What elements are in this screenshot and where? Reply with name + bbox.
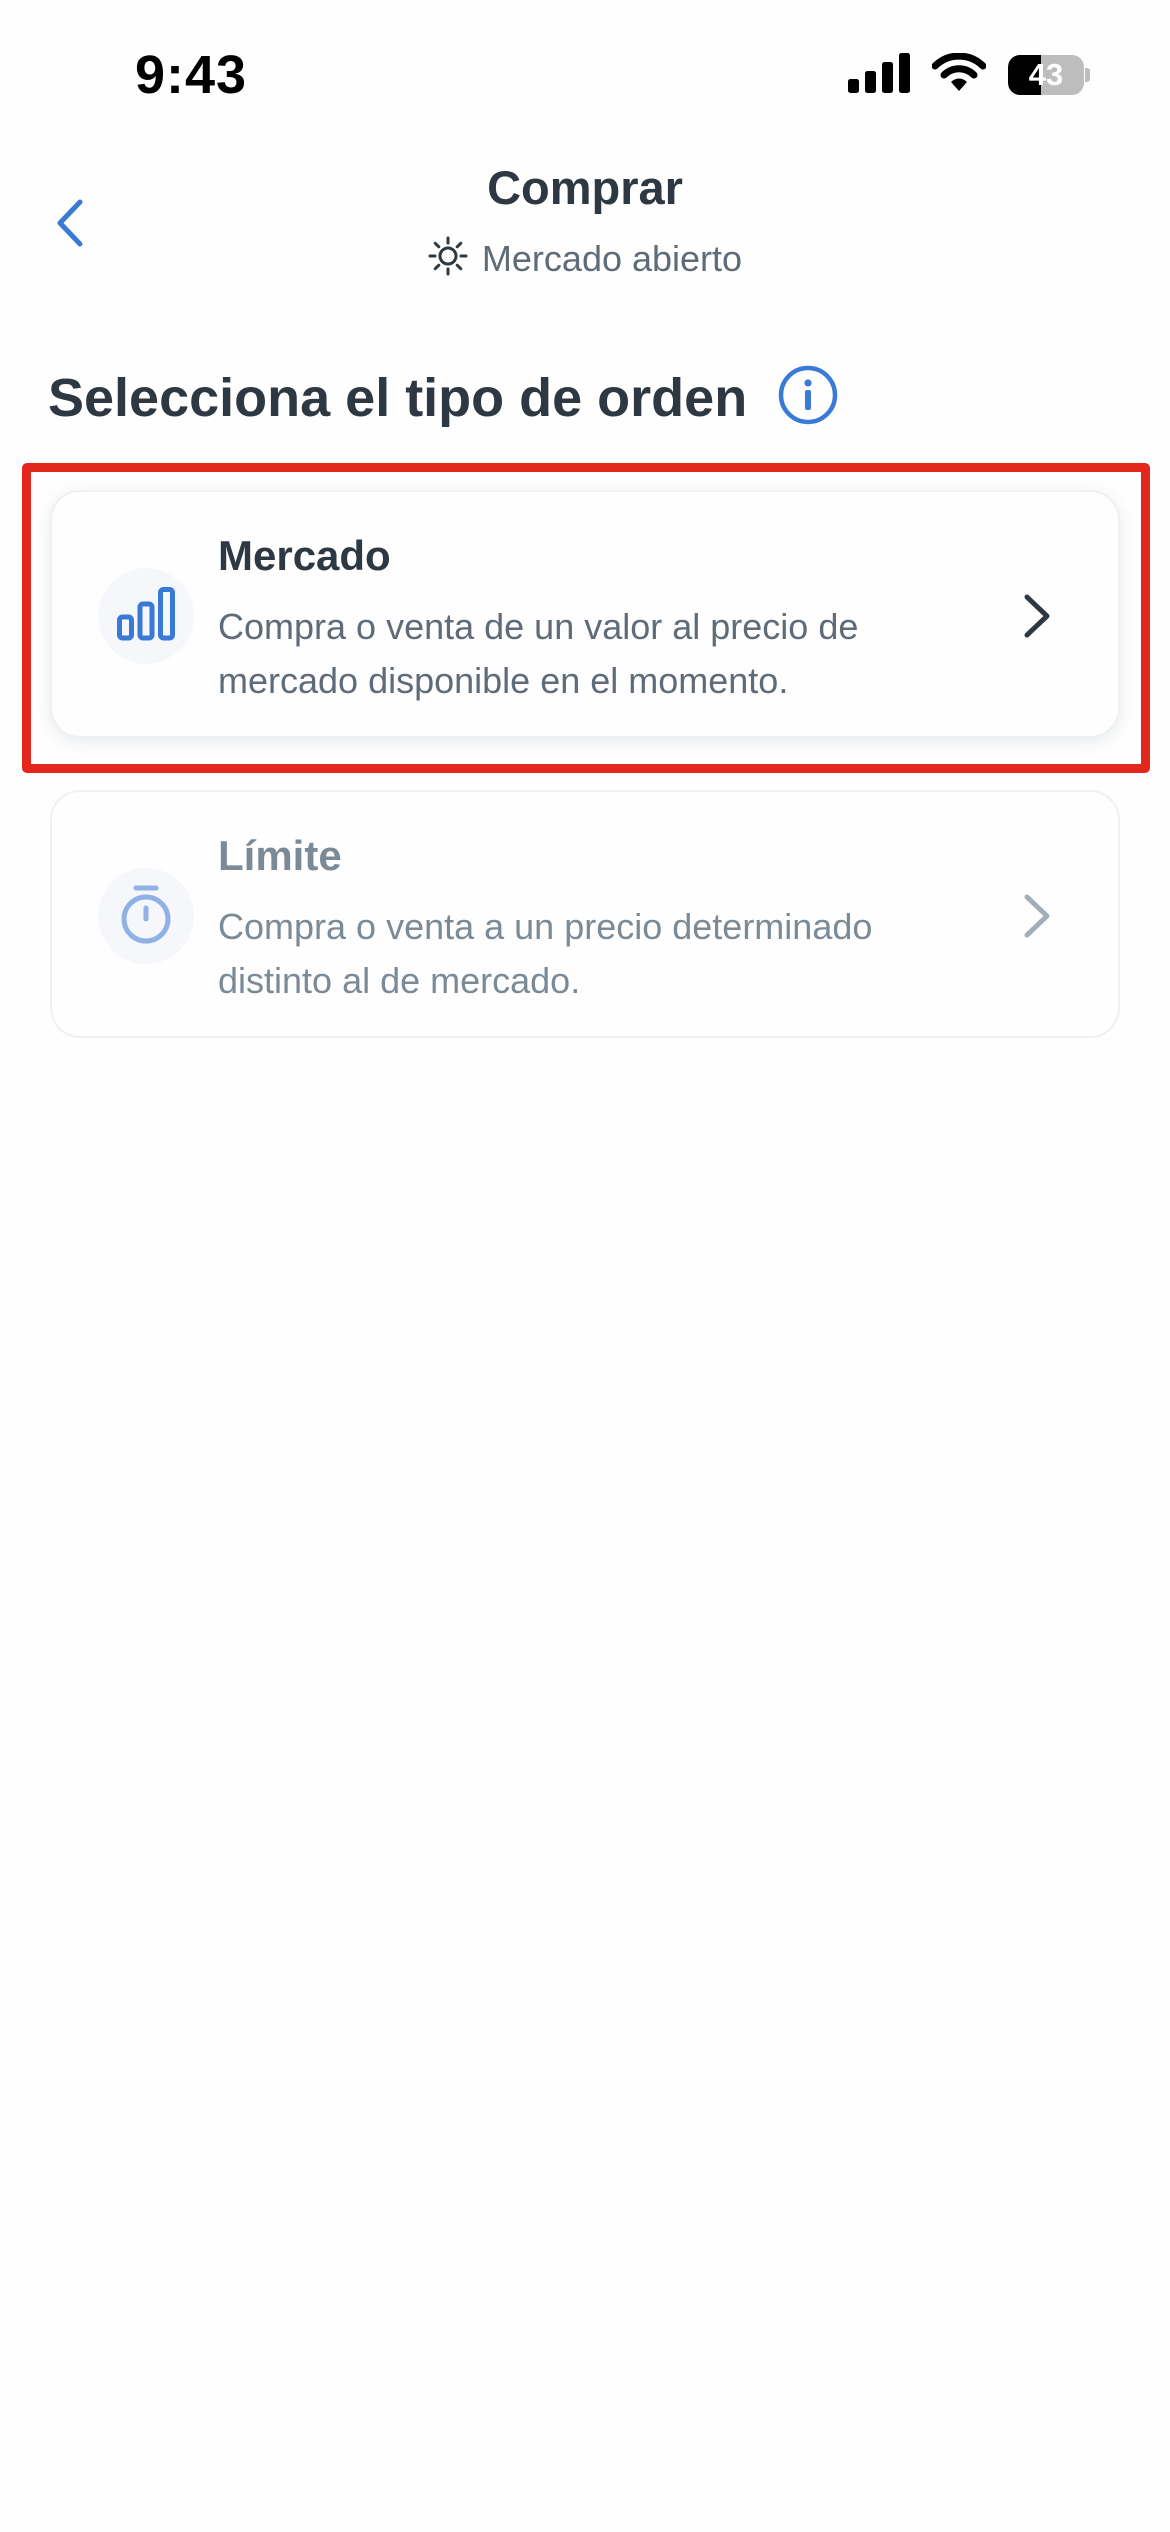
order-type-limit-card[interactable]: Límite Compra o venta a un precio determ… <box>50 790 1120 1038</box>
card-icon-container <box>98 868 194 964</box>
section-heading: Selecciona el tipo de orden <box>48 364 839 431</box>
chevron-right-icon <box>1012 886 1062 946</box>
status-bar: 9:43 43 <box>0 0 1170 150</box>
card-icon-container <box>98 568 194 664</box>
market-status-label: Mercado abierto <box>481 237 743 279</box>
order-type-market-card[interactable]: Mercado Compra o venta de un valor al pr… <box>50 490 1120 738</box>
section-heading-text: Selecciona el tipo de orden <box>48 367 748 428</box>
status-time: 9:43 <box>135 45 248 105</box>
card-title: Mercado <box>218 532 391 579</box>
battery-level: 43 <box>1028 57 1064 92</box>
card-description: Compra o venta de un valor al precio de … <box>218 606 859 701</box>
page-title: Comprar <box>487 161 683 214</box>
cellular-signal-icon <box>848 52 910 98</box>
card-title: Límite <box>218 832 342 879</box>
stopwatch-icon <box>118 884 174 949</box>
status-icons: 43 <box>848 50 1090 100</box>
battery-icon: 43 <box>1008 55 1090 95</box>
bar-chart-icon <box>117 586 175 646</box>
card-description: Compra o venta a un precio determinado d… <box>218 906 873 1001</box>
info-icon[interactable] <box>777 364 839 431</box>
market-status: Mercado abierto <box>0 236 1170 281</box>
sun-icon <box>428 236 468 281</box>
chevron-right-icon <box>1012 586 1062 646</box>
wifi-icon <box>931 52 987 98</box>
